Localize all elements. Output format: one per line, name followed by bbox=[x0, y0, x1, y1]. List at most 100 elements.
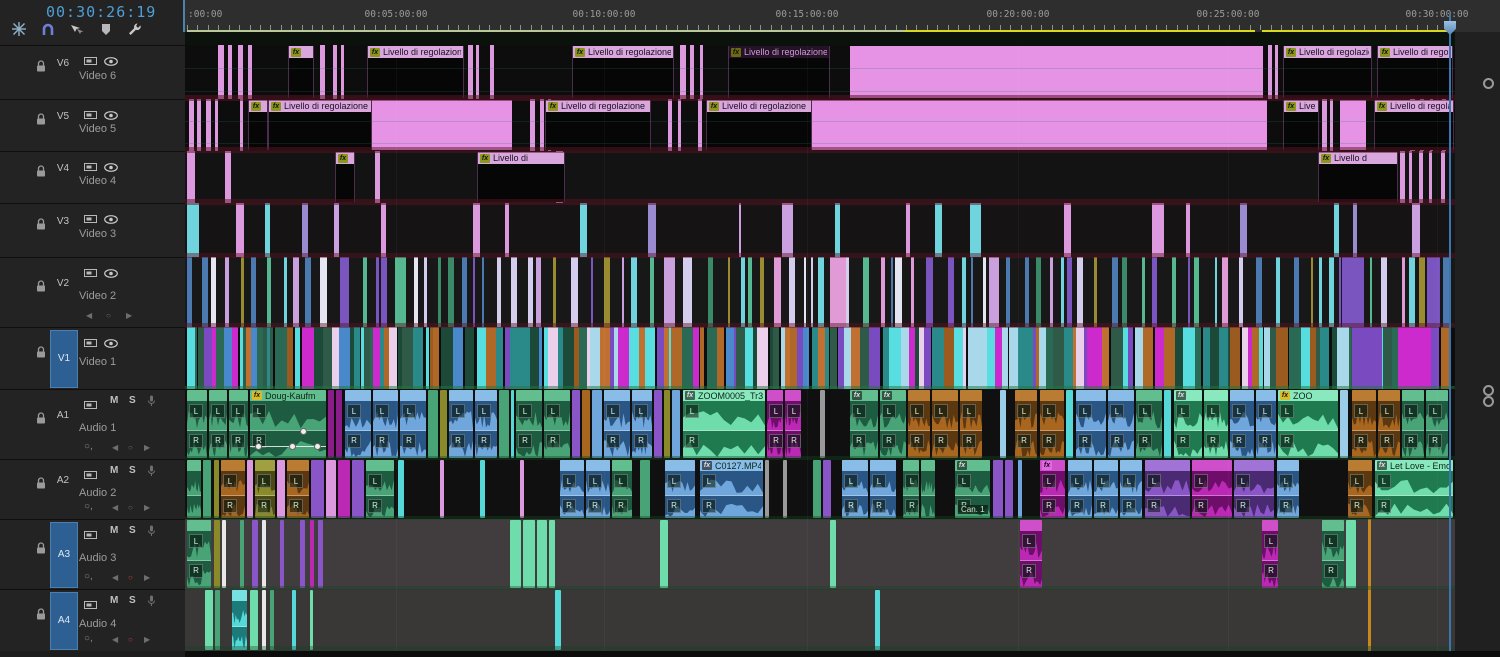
track-output-eye-icon[interactable] bbox=[104, 335, 118, 353]
clip-stripe[interactable] bbox=[340, 257, 349, 327]
clip-stripe[interactable] bbox=[790, 327, 797, 389]
audio-clip[interactable]: LR bbox=[903, 460, 919, 518]
clip-stripe[interactable] bbox=[286, 327, 293, 389]
clip-stripe[interactable] bbox=[1289, 327, 1302, 389]
audio-clip[interactable] bbox=[921, 460, 935, 518]
clip-stripe[interactable] bbox=[381, 257, 387, 327]
clip-stripe[interactable] bbox=[441, 327, 453, 389]
audio-clip[interactable] bbox=[875, 590, 880, 650]
mic-icon[interactable] bbox=[147, 464, 156, 482]
clip-stripe[interactable] bbox=[187, 151, 195, 203]
clip-stripe[interactable] bbox=[789, 257, 795, 327]
add-keyframe-button[interactable]: ○ bbox=[128, 443, 133, 452]
clip-stripe[interactable] bbox=[1052, 327, 1065, 389]
clip-stripe[interactable] bbox=[1209, 327, 1219, 389]
clip-stripe[interactable] bbox=[590, 257, 594, 327]
clip-stripe[interactable] bbox=[1045, 327, 1053, 389]
audio-clip[interactable] bbox=[549, 520, 555, 588]
audio-clip[interactable] bbox=[318, 520, 323, 588]
audio-clip[interactable] bbox=[813, 460, 821, 518]
clip-stripe[interactable] bbox=[473, 203, 481, 257]
sync-lock-icon[interactable] bbox=[84, 397, 97, 415]
audio-clip[interactable] bbox=[247, 460, 253, 518]
clip-stripe[interactable] bbox=[882, 327, 890, 389]
audio-clip[interactable]: LR bbox=[908, 390, 930, 458]
audio-clip[interactable]: LR bbox=[1136, 390, 1162, 458]
keyframe-toggle[interactable]: ○, bbox=[84, 441, 93, 452]
clip-stripe[interactable] bbox=[1352, 327, 1382, 389]
audio-clip[interactable]: LR bbox=[1094, 460, 1118, 518]
track-target-badge[interactable]: V2 bbox=[50, 277, 76, 291]
clip-stripe[interactable] bbox=[818, 327, 826, 389]
audio-clip[interactable] bbox=[664, 390, 670, 458]
audio-clip[interactable]: fx ZOO L R bbox=[1278, 390, 1338, 458]
clip-stripe[interactable] bbox=[269, 327, 274, 389]
clip-stripe[interactable] bbox=[353, 327, 360, 389]
audio-clip[interactable] bbox=[187, 460, 201, 518]
clip-stripe[interactable] bbox=[1441, 151, 1445, 203]
clip-stripe[interactable] bbox=[1251, 327, 1259, 389]
clip-stripe[interactable] bbox=[1152, 257, 1157, 327]
clip-stripe[interactable] bbox=[1135, 327, 1144, 389]
horizontal-scrollbar[interactable] bbox=[0, 651, 1500, 657]
sync-lock-icon[interactable] bbox=[84, 53, 97, 71]
clip-stripe[interactable] bbox=[932, 327, 944, 389]
audio-clip[interactable]: LR bbox=[1192, 460, 1232, 518]
clip-stripe[interactable] bbox=[301, 203, 309, 257]
clip-stripe[interactable] bbox=[373, 327, 380, 389]
audio-clip[interactable]: LR bbox=[1322, 520, 1344, 588]
audio-clip[interactable]: fxLRCan. 1 bbox=[955, 460, 990, 518]
clip-stripe[interactable] bbox=[631, 257, 638, 327]
clip-stripe[interactable] bbox=[538, 327, 542, 389]
clip-stripe[interactable] bbox=[683, 257, 692, 327]
audio-clip[interactable]: LR bbox=[785, 390, 801, 458]
audio-clip[interactable]: LR bbox=[229, 390, 248, 458]
audio-clip[interactable]: LR bbox=[255, 460, 275, 518]
clip-stripe[interactable] bbox=[1093, 257, 1098, 327]
clip-stripe[interactable] bbox=[911, 257, 914, 327]
audio-clip[interactable]: LR bbox=[932, 390, 958, 458]
add-keyframe-button[interactable]: ○ bbox=[128, 503, 133, 512]
audio-clip[interactable]: fx C0127.MP4 L R bbox=[700, 460, 763, 518]
track-target-badge[interactable]: A1 bbox=[50, 409, 76, 423]
clip-stripe[interactable] bbox=[1381, 257, 1387, 327]
track-lock-icon[interactable] bbox=[36, 607, 46, 625]
clip-stripe[interactable] bbox=[331, 327, 340, 389]
audio-clip[interactable] bbox=[1066, 390, 1073, 458]
clip-stripe[interactable] bbox=[527, 257, 533, 327]
clip-stripe[interactable] bbox=[1353, 203, 1358, 257]
adjustment-clip[interactable]: fx Livello d bbox=[1318, 152, 1398, 202]
audio-clip[interactable] bbox=[555, 590, 561, 650]
audio-clip[interactable] bbox=[214, 460, 219, 518]
audio-clip[interactable] bbox=[252, 520, 258, 588]
solo-button[interactable]: S bbox=[129, 525, 136, 536]
clip-stripe[interactable] bbox=[988, 257, 1000, 327]
clip-stripe[interactable] bbox=[1319, 327, 1329, 389]
audio-clip[interactable] bbox=[214, 520, 220, 588]
audio-clip[interactable] bbox=[672, 390, 680, 458]
audio-clip[interactable]: LR bbox=[1076, 390, 1106, 458]
mute-button[interactable]: M bbox=[110, 525, 118, 536]
clip-stripe[interactable] bbox=[203, 327, 213, 389]
clip-stripe[interactable] bbox=[717, 327, 724, 389]
clip-stripe[interactable] bbox=[1164, 327, 1175, 389]
track-target-badge[interactable]: V4 bbox=[50, 162, 76, 176]
adjustment-clip[interactable]: fx bbox=[335, 152, 355, 202]
audio-clip[interactable]: LR bbox=[1402, 390, 1424, 458]
scroll-handle-circle[interactable] bbox=[1483, 78, 1494, 89]
audio-clip[interactable]: LR bbox=[612, 460, 632, 518]
clip-stripe[interactable] bbox=[232, 327, 238, 389]
clip-stripe[interactable] bbox=[1402, 257, 1406, 327]
prev-keyframe-button[interactable]: ◀ bbox=[112, 635, 118, 644]
clip-stripe[interactable] bbox=[645, 327, 655, 389]
audio-clip[interactable]: fx Doug-Kaufm L R bbox=[250, 390, 326, 458]
marker-icon[interactable] bbox=[97, 21, 114, 38]
audio-clip[interactable] bbox=[654, 390, 662, 458]
clip-stripe[interactable] bbox=[1172, 257, 1176, 327]
clip-stripe[interactable] bbox=[535, 257, 542, 327]
clip-stripe[interactable] bbox=[236, 203, 244, 257]
clip-stripe[interactable] bbox=[589, 327, 601, 389]
clip-stripe[interactable] bbox=[1275, 327, 1284, 389]
mute-button[interactable]: M bbox=[110, 395, 118, 406]
clip-stripe[interactable] bbox=[380, 203, 386, 257]
